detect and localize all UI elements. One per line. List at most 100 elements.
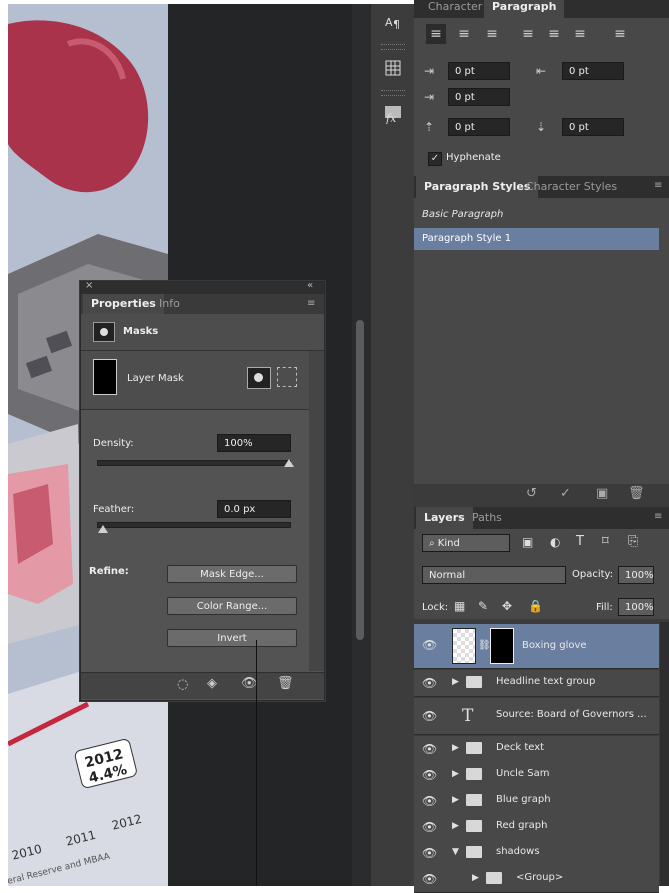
justify-last-center-icon[interactable]: ≡ <box>544 24 564 44</box>
tab-paragraph[interactable]: Paragraph <box>484 0 565 18</box>
panel-menu-icon[interactable]: ≡ <box>654 180 662 191</box>
layer-row-group[interactable]: 👁 ▶ <Group> <box>414 866 659 893</box>
lock-all-icon[interactable]: 🔒 <box>528 599 543 613</box>
new-style-icon[interactable]: ▣ <box>596 486 608 501</box>
visibility-eye-icon[interactable]: 👁 <box>422 794 437 808</box>
expand-triangle-icon[interactable]: ▶ <box>452 677 459 687</box>
density-field[interactable]: 100% <box>217 434 291 452</box>
expand-triangle-icon[interactable]: ▶ <box>472 873 479 883</box>
clear-override-icon[interactable]: ↺ <box>526 486 537 501</box>
justify-all-icon[interactable]: ≡ <box>610 24 630 44</box>
layer-row-blue-graph[interactable]: 👁 ▶ Blue graph <box>414 788 659 815</box>
lock-position-icon[interactable]: ✥ <box>502 599 512 613</box>
tab-paths[interactable]: Paths <box>464 507 510 529</box>
filter-type-icon[interactable]: T <box>576 534 584 549</box>
collapse-triangle-icon[interactable]: ▼ <box>452 847 459 857</box>
indent-left-icon: ⇥ <box>424 64 435 78</box>
indent-right-field[interactable]: 0 pt <box>562 62 624 80</box>
filter-adjustment-icon[interactable]: ◐ <box>550 535 560 549</box>
pixel-mask-button[interactable] <box>247 367 271 389</box>
style-item-paragraph-style-1[interactable]: Paragraph Style 1 <box>414 228 659 250</box>
mask-thumbnail[interactable] <box>490 628 514 664</box>
visibility-eye-icon[interactable]: 👁 <box>422 768 437 782</box>
masks-title: Masks <box>123 326 159 337</box>
layer-row-deck-text[interactable]: 👁 ▶ Deck text <box>414 736 659 763</box>
style-item-basic[interactable]: Basic Paragraph <box>414 204 667 226</box>
feather-slider[interactable] <box>97 522 291 528</box>
layer-row-headline-text-group[interactable]: 👁 ▶ Headline text group <box>414 670 659 697</box>
expand-triangle-icon[interactable]: ▶ <box>452 795 459 805</box>
mask-link-icon[interactable]: ⛓ <box>478 640 491 651</box>
filter-pixel-icon[interactable]: ▣ <box>522 535 533 549</box>
layers-scrollbar[interactable] <box>660 622 669 886</box>
scrollbar-thumb[interactable] <box>356 320 364 640</box>
indent-first-line-field[interactable]: 0 pt <box>448 88 510 106</box>
visibility-eye-icon[interactable]: 👁 <box>422 742 437 756</box>
character-paragraph-icon[interactable]: A ¶ <box>381 10 405 34</box>
delete-mask-icon[interactable]: 🗑 <box>277 676 294 691</box>
redefine-style-icon[interactable]: ✓ <box>560 486 571 501</box>
feather-slider-thumb[interactable] <box>98 525 108 533</box>
layers-list: 👁 ⛓ Boxing glove 👁 ▶ Headline text group… <box>414 622 669 893</box>
fill-field[interactable]: 100% <box>618 598 654 616</box>
mask-edge-button[interactable]: Mask Edge... <box>167 565 297 583</box>
expand-triangle-icon[interactable]: ▶ <box>452 769 459 779</box>
color-range-button[interactable]: Color Range... <box>167 597 297 615</box>
visibility-eye-icon[interactable]: 👁 <box>422 846 437 860</box>
visibility-eye-icon[interactable]: 👁 <box>422 676 437 690</box>
density-slider[interactable] <box>97 460 291 466</box>
layers-menu-icon[interactable]: ≡ <box>654 511 662 522</box>
visibility-eye-icon[interactable]: 👁 <box>422 872 437 886</box>
filter-shape-icon[interactable]: ⌑ <box>602 534 609 549</box>
grid-icon[interactable] <box>381 56 405 80</box>
tab-character[interactable]: Character <box>420 0 490 18</box>
styles-panel-tabs: Paragraph Styles Character Styles ≡ <box>414 176 669 198</box>
layer-row-uncle-sam[interactable]: 👁 ▶ Uncle Sam <box>414 762 659 789</box>
feather-field[interactable]: 0.0 px <box>217 500 291 518</box>
expand-triangle-icon[interactable]: ▶ <box>452 821 459 831</box>
filter-smart-object-icon[interactable]: ⎘ <box>628 534 638 549</box>
layers-controls: ⌕ Kind ▣ ◐ T ⌑ ⎘ Normal Opacity: 100% Lo… <box>414 529 669 619</box>
panel-menu-icon[interactable]: ≡ <box>307 298 315 309</box>
fx-icon[interactable]: fx <box>381 102 405 126</box>
indent-first-line-icon: ⇥ <box>424 90 435 104</box>
layer-row-source-text[interactable]: 👁 T Source: Board of Governors ... <box>414 698 659 735</box>
vector-mask-button[interactable] <box>277 367 297 387</box>
visibility-eye-icon[interactable]: 👁 <box>422 820 437 834</box>
visibility-eye-icon[interactable]: 👁 <box>422 709 437 723</box>
expand-triangle-icon[interactable]: ▶ <box>452 743 459 753</box>
layer-row-boxing-glove[interactable]: 👁 ⛓ Boxing glove <box>414 624 659 669</box>
hyphenate-checkbox[interactable]: ✓ <box>428 152 442 166</box>
load-selection-icon[interactable]: ◌ <box>177 677 188 692</box>
layer-row-red-graph[interactable]: 👁 ▶ Red graph <box>414 814 659 841</box>
collapse-icon[interactable]: « <box>307 280 313 291</box>
opacity-field[interactable]: 100% <box>618 566 654 584</box>
lock-image-icon[interactable]: ✎ <box>478 599 488 613</box>
tab-info[interactable]: Info <box>151 294 188 314</box>
panel-grip[interactable] <box>381 90 405 96</box>
invert-button[interactable]: Invert <box>167 629 297 647</box>
panel-grip[interactable] <box>381 44 405 50</box>
blend-mode-select[interactable]: Normal <box>422 566 566 584</box>
visibility-eye-icon[interactable]: 👁 <box>422 638 437 652</box>
tab-character-styles[interactable]: Character Styles <box>518 176 625 198</box>
lock-transparent-icon[interactable]: ▦ <box>454 599 465 613</box>
align-right-icon[interactable]: ≡ <box>482 24 502 44</box>
apply-mask-icon[interactable]: ◈ <box>207 676 217 691</box>
hyphenate-label: Hyphenate <box>446 152 501 163</box>
panel-titlebar[interactable]: × « <box>81 280 324 294</box>
close-icon[interactable]: × <box>85 280 93 291</box>
delete-style-icon[interactable]: 🗑 <box>628 486 645 501</box>
paragraph-panel-tabs: Character Paragraph <box>414 0 669 18</box>
layer-row-shadows[interactable]: 👁 ▼ shadows <box>414 840 659 867</box>
space-after-field[interactable]: 0 pt <box>562 118 624 136</box>
justify-last-right-icon[interactable]: ≡ <box>570 24 590 44</box>
properties-scrollbar[interactable] <box>309 351 324 671</box>
space-before-field[interactable]: 0 pt <box>448 118 510 136</box>
density-slider-thumb[interactable] <box>284 459 294 467</box>
indent-left-field[interactable]: 0 pt <box>448 62 510 80</box>
align-left-icon[interactable]: ≡ <box>426 24 446 44</box>
layer-filter-select[interactable]: ⌕ Kind <box>422 534 510 552</box>
align-center-icon[interactable]: ≡ <box>454 24 474 44</box>
justify-last-left-icon[interactable]: ≡ <box>518 24 538 44</box>
